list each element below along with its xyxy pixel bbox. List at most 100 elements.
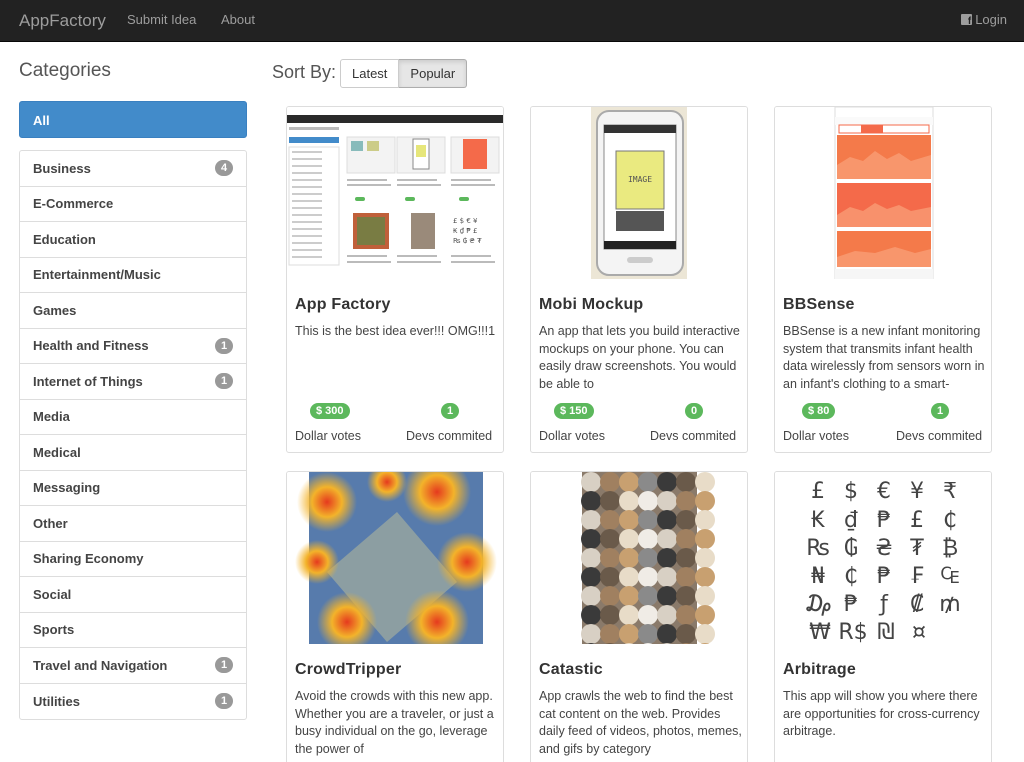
currency-symbol: ₵ bbox=[943, 508, 957, 533]
category-item[interactable]: E-Commerce bbox=[20, 187, 246, 222]
devs-badge: 1 bbox=[931, 403, 950, 419]
sort-popular-button[interactable]: Popular bbox=[399, 59, 468, 88]
sort-button-group: Latest Popular bbox=[340, 59, 468, 88]
category-label: Social bbox=[33, 586, 72, 602]
svg-text:₨ ₲ ₴ ₮: ₨ ₲ ₴ ₮ bbox=[453, 237, 482, 245]
idea-card[interactable]: £ $ € ¥ ₭ ₫ ₱ £ ₨ ₲ ₴ ₮ App Factory This i… bbox=[286, 106, 504, 453]
category-item[interactable]: Sports bbox=[20, 613, 246, 648]
currency-symbol: € bbox=[877, 479, 891, 504]
devs-badge: 0 bbox=[685, 403, 704, 419]
currency-symbol: ₥ bbox=[939, 592, 960, 617]
currency-symbol: ₲ bbox=[844, 536, 858, 561]
card-title: Catastic bbox=[539, 661, 603, 678]
category-item[interactable]: Business 4 bbox=[20, 151, 246, 187]
idea-card[interactable]: Catastic App crawls the web to find the … bbox=[530, 471, 748, 762]
category-item[interactable]: Medical bbox=[20, 435, 246, 471]
category-item[interactable]: Sharing Economy bbox=[20, 542, 246, 577]
card-image bbox=[531, 472, 747, 644]
login-link[interactable]: Login bbox=[961, 12, 1007, 27]
currency-symbol: ₭ bbox=[811, 508, 825, 533]
category-label: Games bbox=[33, 302, 77, 318]
sort-latest-button[interactable]: Latest bbox=[340, 59, 400, 88]
currency-symbol: £ bbox=[811, 479, 825, 504]
card-image: £ $ € ¥ ₭ ₫ ₱ £ ₨ ₲ ₴ ₮ bbox=[287, 107, 503, 279]
currency-symbol: ₱ bbox=[877, 564, 891, 589]
devs-label: Devs commited bbox=[406, 429, 493, 443]
category-label: Medical bbox=[33, 444, 81, 460]
category-item[interactable]: Education bbox=[20, 222, 246, 258]
category-item[interactable]: Messaging bbox=[20, 471, 246, 506]
dollar-votes-label: Dollar votes bbox=[783, 429, 849, 443]
sort-label: Sort By: bbox=[272, 62, 337, 82]
currency-symbol: $ bbox=[844, 479, 858, 504]
currency-symbol: ₱ bbox=[844, 592, 858, 617]
category-all[interactable]: All bbox=[19, 101, 247, 138]
currency-symbol: ₫ bbox=[844, 508, 858, 533]
category-item[interactable]: Travel and Navigation 1 bbox=[20, 648, 246, 684]
category-label: Media bbox=[33, 409, 70, 425]
dollar-votes-badge: $ 150 bbox=[554, 403, 594, 419]
card-title: Mobi Mockup bbox=[539, 296, 644, 313]
currency-symbol: ₪ bbox=[877, 620, 894, 644]
currency-symbol: ₩ bbox=[809, 620, 831, 644]
card-description: This app will show you where there are o… bbox=[783, 689, 980, 738]
card-image bbox=[775, 107, 991, 279]
login-label: Login bbox=[975, 12, 1007, 27]
idea-card[interactable]: BBSense BBSense is a new infant monitori… bbox=[774, 106, 992, 453]
card-description: App crawls the web to find the best cat … bbox=[539, 689, 742, 756]
devs-label: Devs commited bbox=[650, 429, 737, 443]
category-label: Internet of Things bbox=[33, 373, 143, 389]
dollar-votes-badge: $ 80 bbox=[802, 403, 836, 419]
currency-symbol: ¥ bbox=[910, 479, 924, 504]
card-image bbox=[287, 472, 503, 644]
brand-link[interactable]: AppFactory bbox=[19, 11, 106, 31]
card-image: IMAGE bbox=[531, 107, 747, 279]
category-item[interactable]: Other bbox=[20, 506, 246, 542]
navbar: AppFactory Submit Idea About Login bbox=[0, 0, 1024, 42]
category-count-badge: 4 bbox=[215, 160, 233, 177]
category-item[interactable]: Health and Fitness 1 bbox=[20, 329, 246, 364]
facebook-icon bbox=[961, 14, 973, 27]
devs-label: Devs commited bbox=[896, 429, 983, 443]
dollar-votes-label: Dollar votes bbox=[539, 429, 605, 443]
idea-card[interactable]: CrowdTripper Avoid the crowds with this … bbox=[286, 471, 504, 762]
currency-symbol: ₡ bbox=[910, 592, 924, 617]
currency-symbol: ƒ bbox=[878, 592, 889, 617]
category-label: Health and Fitness bbox=[33, 338, 149, 354]
currency-symbol: R$ bbox=[838, 620, 867, 644]
card-description: Avoid the crowds with this new app. Whet… bbox=[295, 689, 494, 756]
nav-about[interactable]: About bbox=[221, 12, 255, 27]
category-label: Business bbox=[33, 160, 91, 176]
devs-badge: 1 bbox=[441, 403, 460, 419]
mockup-image-text: IMAGE bbox=[628, 175, 652, 184]
category-count-badge: 1 bbox=[215, 657, 233, 674]
category-list: Business 4 E-Commerce Education Entertainmen… bbox=[19, 150, 247, 720]
category-item[interactable]: Media bbox=[20, 400, 246, 435]
category-label: Entertainment/Music bbox=[33, 267, 161, 283]
svg-text:₭ ₫ ₱ £: ₭ ₫ ₱ £ bbox=[453, 227, 478, 235]
currency-symbol: ₠ bbox=[940, 564, 959, 589]
category-item[interactable]: Entertainment/Music bbox=[20, 258, 246, 293]
category-item[interactable]: Utilities 1 bbox=[20, 684, 246, 720]
currency-symbol: ₮ bbox=[910, 536, 924, 561]
idea-card[interactable]: £ $ € ¥ ₹ ₭ ₫ ₱ £ ₵ ₨ ₲ ₴ ₮ ₿ ₦ ₵ ₱ ₣ ₠ ₯ ₱ ƒ ₡ ₥ ₩ R$ ₪ ¤ Arbitrage… bbox=[774, 471, 992, 762]
category-item[interactable]: Social bbox=[20, 577, 246, 613]
idea-card[interactable]: IMAGE Mobi Mockup An app that lets you b… bbox=[530, 106, 748, 453]
card-description: BBSense is a new infant monitoring syste… bbox=[783, 324, 985, 391]
card-image: £ $ € ¥ ₹ ₭ ₫ ₱ £ ₵ ₨ ₲ ₴ ₮ ₿ ₦ ₵ ₱ ₣ ₠ ₯ ₱ ƒ ₡ ₥ ₩ R$ ₪ ¤ bbox=[775, 472, 991, 644]
category-item[interactable]: Games bbox=[20, 293, 246, 329]
currency-symbol: ₵ bbox=[844, 564, 858, 589]
card-description: An app that lets you build interactive m… bbox=[539, 324, 740, 391]
nav-submit-idea[interactable]: Submit Idea bbox=[127, 12, 196, 27]
currency-symbol: ₦ bbox=[811, 564, 825, 589]
card-title: App Factory bbox=[295, 296, 391, 313]
category-count-badge: 1 bbox=[215, 337, 233, 354]
currency-symbol: ₿ bbox=[942, 536, 958, 561]
category-label: Sports bbox=[33, 622, 75, 638]
dollar-votes-label: Dollar votes bbox=[295, 429, 361, 443]
category-label: Sharing Economy bbox=[33, 551, 144, 567]
category-item[interactable]: Internet of Things 1 bbox=[20, 364, 246, 400]
category-label: Other bbox=[33, 515, 68, 531]
category-count-badge: 1 bbox=[215, 373, 233, 390]
card-description: This is the best idea ever!!! OMG!!!1 bbox=[295, 324, 496, 338]
